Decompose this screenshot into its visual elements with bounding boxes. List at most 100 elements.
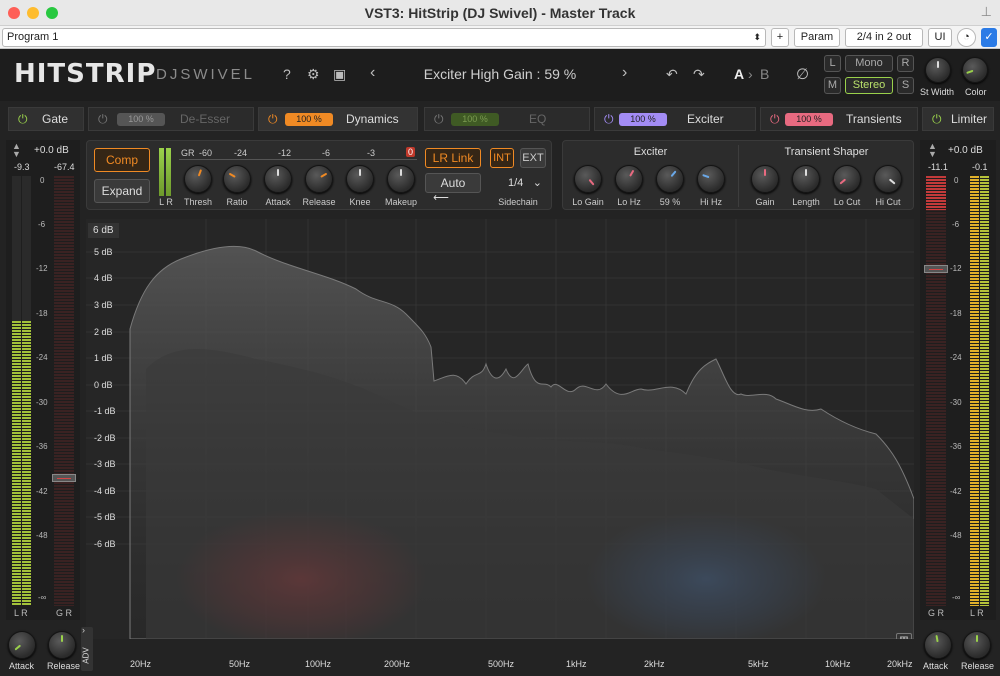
limiter-power-icon[interactable]: ⏻: [932, 108, 942, 130]
input-gain-stepper-icon[interactable]: ▲ ▼: [12, 142, 21, 159]
db-label-m2: -2 dB: [94, 433, 116, 443]
module-exciter[interactable]: ⏻ 100 % Exciter: [594, 107, 756, 131]
gate-power-icon[interactable]: ⏻: [18, 108, 28, 130]
transient-gain-knob[interactable]: [751, 165, 779, 193]
adv-toggle[interactable]: › ADV: [81, 625, 93, 671]
db-label-0: 0 dB: [94, 380, 113, 390]
de-esser-power-icon[interactable]: ⏻: [98, 108, 108, 130]
ab-b-button[interactable]: B: [760, 66, 769, 82]
input-meter-left-track: [12, 176, 21, 606]
de-esser-amount[interactable]: 100 %: [117, 113, 165, 126]
wet-knob-icon[interactable]: ◔: [957, 28, 976, 47]
piano-icon[interactable]: ▥: [896, 633, 912, 639]
ext-button[interactable]: EXT: [520, 148, 546, 168]
gear-icon[interactable]: ⚙: [307, 66, 320, 83]
undo-icon[interactable]: ↶: [666, 66, 678, 83]
attack-knob[interactable]: [264, 165, 292, 193]
right-channel-button[interactable]: R: [897, 55, 914, 72]
limiter-release-knob[interactable]: [963, 631, 991, 659]
chevron-updown-icon: ⬍: [753, 32, 761, 42]
output-gain-value[interactable]: +0.0 dB: [948, 145, 983, 156]
add-program-button[interactable]: +: [771, 28, 789, 47]
ui-button[interactable]: UI: [928, 28, 952, 47]
mono-button[interactable]: Mono: [845, 55, 893, 72]
spectrum-analyzer[interactable]: 6 dB 5 dB 4 dB 3 dB 2 dB 1 dB 0 dB -1 dB…: [86, 219, 914, 639]
module-transients[interactable]: ⏻ 100 % Transients: [760, 107, 918, 131]
exciter-amount[interactable]: 100 %: [619, 113, 667, 126]
limiter-ceiling-handle[interactable]: [924, 265, 948, 273]
gate-attack-knob[interactable]: [8, 631, 36, 659]
transients-power-icon[interactable]: ⏻: [770, 108, 780, 130]
pin-icon[interactable]: ⊥: [981, 4, 992, 20]
freq-label-100hz: 100Hz: [305, 659, 332, 669]
transients-amount[interactable]: 100 %: [785, 113, 833, 126]
param-button[interactable]: Param: [794, 28, 840, 47]
program-select[interactable]: Program 1 ⬍: [2, 28, 766, 47]
knee-knob[interactable]: [346, 165, 374, 193]
transient-length-knob[interactable]: [792, 165, 820, 193]
module-de-esser[interactable]: ⏻ 100 % De-Esser: [88, 107, 254, 131]
gate-release-knob[interactable]: [48, 631, 76, 659]
mid-channel-button[interactable]: M: [824, 77, 841, 94]
sidechain-select[interactable]: 1/4 ⌄: [490, 174, 546, 192]
lo-hz-knob[interactable]: [615, 165, 643, 193]
preset-name[interactable]: Exciter High Gain : 59 %: [400, 66, 600, 82]
dynamics-amount[interactable]: 100 %: [285, 113, 333, 126]
eq-amount[interactable]: 100 %: [451, 113, 499, 126]
ab-a-button[interactable]: A: [734, 66, 744, 82]
makeup-knob[interactable]: [387, 165, 415, 193]
exciter-power-icon[interactable]: ⏻: [604, 108, 614, 130]
input-gain-value[interactable]: +0.0 dB: [34, 145, 69, 156]
exciter-label: Exciter: [687, 112, 724, 126]
comp-button[interactable]: Comp: [94, 148, 150, 172]
dynamics-power-icon[interactable]: ⏻: [268, 108, 278, 130]
io-button[interactable]: 2/4 in 2 out: [845, 28, 923, 47]
left-channel-button[interactable]: L: [824, 55, 841, 72]
exciter-amount-knob[interactable]: [656, 165, 684, 193]
limiter-attack-knob[interactable]: [924, 631, 952, 659]
plugin-header: HITSTRIP DJSWIVEL ? ⚙ ▣ ‹ Exciter High G…: [0, 49, 1000, 101]
lo-gain-knob[interactable]: [574, 165, 602, 193]
bypass-checkbox[interactable]: ✓: [981, 28, 997, 47]
module-gate[interactable]: ⏻ Gate: [8, 107, 84, 131]
gr-scale-24: -24: [234, 148, 248, 158]
redo-icon[interactable]: ↷: [693, 66, 705, 83]
hi-hz-knob[interactable]: [697, 165, 725, 193]
input-scale-12: -12: [36, 264, 48, 273]
stereo-button[interactable]: Stereo: [845, 77, 893, 94]
help-icon[interactable]: ?: [283, 66, 291, 82]
input-meter-panel: ▲ ▼ +0.0 dB -9.3 -67.4 0 -6 -12 -18 -24 -…: [6, 140, 80, 620]
gate-label: Gate: [42, 112, 69, 126]
exciter-amount-label: 59 %: [659, 197, 681, 207]
de-esser-label: De-Esser: [180, 112, 231, 126]
next-preset-icon[interactable]: ›: [622, 64, 627, 82]
int-button[interactable]: INT: [490, 148, 514, 168]
thresh-knob[interactable]: [184, 165, 212, 193]
transient-hi-cut-label: Hi Cut: [875, 197, 901, 207]
prev-preset-icon[interactable]: ‹: [370, 64, 375, 82]
module-limiter[interactable]: ⏻ Limiter: [922, 107, 994, 131]
transient-hi-cut-knob[interactable]: [874, 165, 902, 193]
output-scale-48: -48: [950, 531, 962, 540]
module-dynamics[interactable]: ⏻ 100 % Dynamics: [258, 107, 418, 131]
ab-arrow-icon: ›: [748, 66, 753, 82]
side-channel-button[interactable]: S: [897, 77, 914, 94]
expand-button[interactable]: Expand: [94, 179, 150, 203]
output-gain-stepper-icon[interactable]: ▲ ▼: [928, 142, 937, 159]
auto-button[interactable]: Auto: [425, 173, 481, 193]
range-select[interactable]: 6 dB: [88, 223, 119, 238]
output-meter-panel: ▲ ▼ +0.0 dB -11.1 -0.1 0 -6 -12 -18 -24 -…: [920, 140, 996, 620]
lr-link-button[interactable]: LR Link: [425, 148, 481, 168]
eq-power-icon[interactable]: ⏻: [434, 108, 444, 130]
release-knob[interactable]: [305, 165, 333, 193]
save-icon[interactable]: ▣: [333, 66, 346, 83]
module-eq[interactable]: ⏻ 100 % EQ: [424, 107, 590, 131]
ratio-knob[interactable]: [223, 165, 251, 193]
gr-meter-label: L R: [159, 197, 173, 207]
gr-scale-12: -12: [278, 148, 292, 158]
color-knob[interactable]: [962, 57, 988, 83]
transient-lo-cut-knob[interactable]: [833, 165, 861, 193]
stereo-width-knob[interactable]: [925, 57, 951, 83]
input-gate-threshold-handle[interactable]: [52, 474, 76, 482]
phase-invert-icon[interactable]: ∅: [796, 65, 809, 83]
